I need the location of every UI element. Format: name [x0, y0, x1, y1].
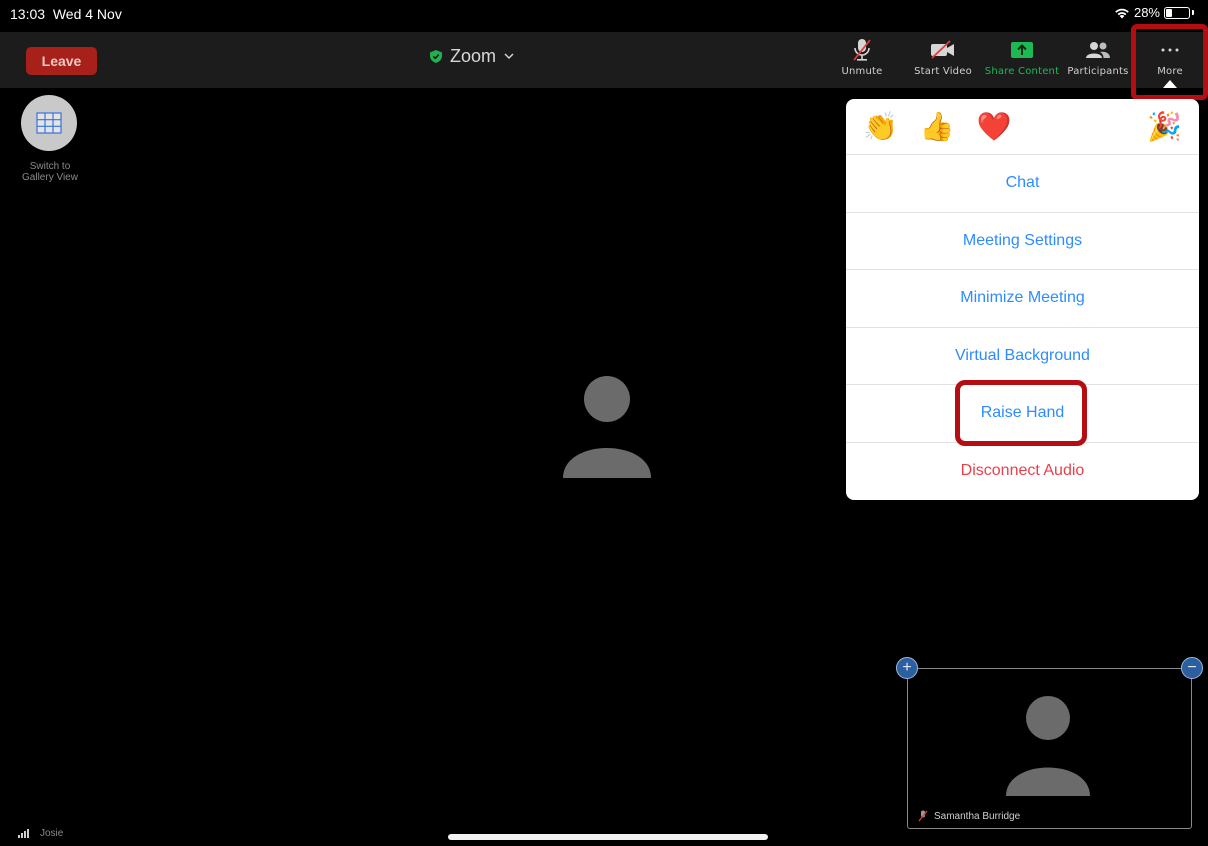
share-screen-icon	[1011, 42, 1033, 58]
battery-percent: 28%	[1133, 5, 1160, 20]
more-highlight-annotation	[1131, 24, 1208, 100]
wifi-icon	[1115, 8, 1129, 18]
menu-item-virtual-background[interactable]: Virtual Background	[846, 328, 1199, 385]
clock-time: 13:03	[10, 6, 46, 22]
participant-avatar-icon	[563, 376, 651, 478]
plus-icon: +	[902, 659, 912, 676]
battery-icon	[1164, 6, 1190, 19]
meeting-toolbar: Leave Zoom Unmute Start Video Share Cont…	[0, 32, 1208, 88]
reactions-bar: 👏 👍 ❤️ 😂 😮 🎉	[846, 99, 1199, 155]
battery-level	[1166, 8, 1172, 17]
menu-item-disconnect-audio[interactable]: Disconnect Audio	[846, 443, 1199, 501]
gallery-label-line2: Gallery View	[22, 172, 78, 183]
meeting-title: Zoom	[450, 46, 497, 66]
menu-item-chat[interactable]: Chat	[846, 155, 1199, 213]
connection-signal-icon	[18, 829, 29, 838]
share-content-label: Share Content	[984, 66, 1060, 77]
status-indicators: 28%	[1114, 5, 1194, 20]
unmute-button[interactable]: Unmute	[826, 38, 898, 82]
minus-icon: −	[1187, 659, 1197, 676]
start-video-label: Start Video	[914, 66, 972, 77]
reaction-surprised[interactable]: 😮	[1088, 107, 1128, 147]
local-participant-name: Josie	[40, 828, 64, 839]
participants-label: Participants	[1067, 66, 1129, 77]
leave-button[interactable]: Leave	[26, 47, 97, 75]
unmute-label: Unmute	[841, 66, 883, 77]
menu-item-meeting-settings[interactable]: Meeting Settings	[846, 213, 1199, 270]
battery-nub	[1192, 10, 1194, 15]
share-content-button[interactable]: Share Content	[984, 38, 1060, 82]
reaction-laugh[interactable]: 😂	[1031, 107, 1071, 147]
reaction-party[interactable]: 🎉	[1145, 107, 1185, 147]
start-video-button[interactable]: Start Video	[907, 38, 979, 82]
collapse-thumbnail-button[interactable]: −	[1181, 657, 1203, 679]
microphone-muted-icon	[853, 39, 871, 61]
grid-icon	[36, 112, 62, 134]
self-avatar-icon	[1006, 696, 1090, 796]
muted-mic-icon	[918, 810, 928, 822]
self-name-tag: Samantha Burridge	[918, 810, 1020, 822]
reaction-thumbs-up[interactable]: 👍	[917, 107, 957, 147]
self-name: Samantha Burridge	[934, 810, 1021, 822]
home-indicator[interactable]	[448, 834, 768, 840]
chevron-down-icon	[504, 53, 514, 59]
status-bar: 13:03 Wed 4 Nov 28%	[0, 0, 1208, 32]
reaction-heart[interactable]: ❤️	[974, 107, 1014, 147]
participants-icon	[1086, 42, 1110, 58]
status-time: 13:03 Wed 4 Nov	[10, 6, 122, 22]
video-camera-off-icon	[931, 40, 954, 59]
meeting-title-dropdown[interactable]: Zoom	[430, 46, 514, 67]
encryption-shield-icon	[430, 50, 442, 63]
menu-item-minimize-meeting[interactable]: Minimize Meeting	[846, 270, 1199, 328]
reaction-clap[interactable]: 👏	[860, 107, 900, 147]
menu-pointer	[1163, 80, 1177, 88]
gallery-view-label: Switch to Gallery View	[20, 161, 80, 183]
raise-hand-highlight-annotation	[955, 380, 1087, 446]
participants-button[interactable]: Participants	[1062, 38, 1134, 82]
gallery-label-line1: Switch to	[29, 161, 71, 172]
clock-date: Wed 4 Nov	[52, 6, 122, 22]
expand-thumbnail-button[interactable]: +	[896, 657, 918, 679]
switch-gallery-view-button[interactable]	[21, 95, 77, 151]
